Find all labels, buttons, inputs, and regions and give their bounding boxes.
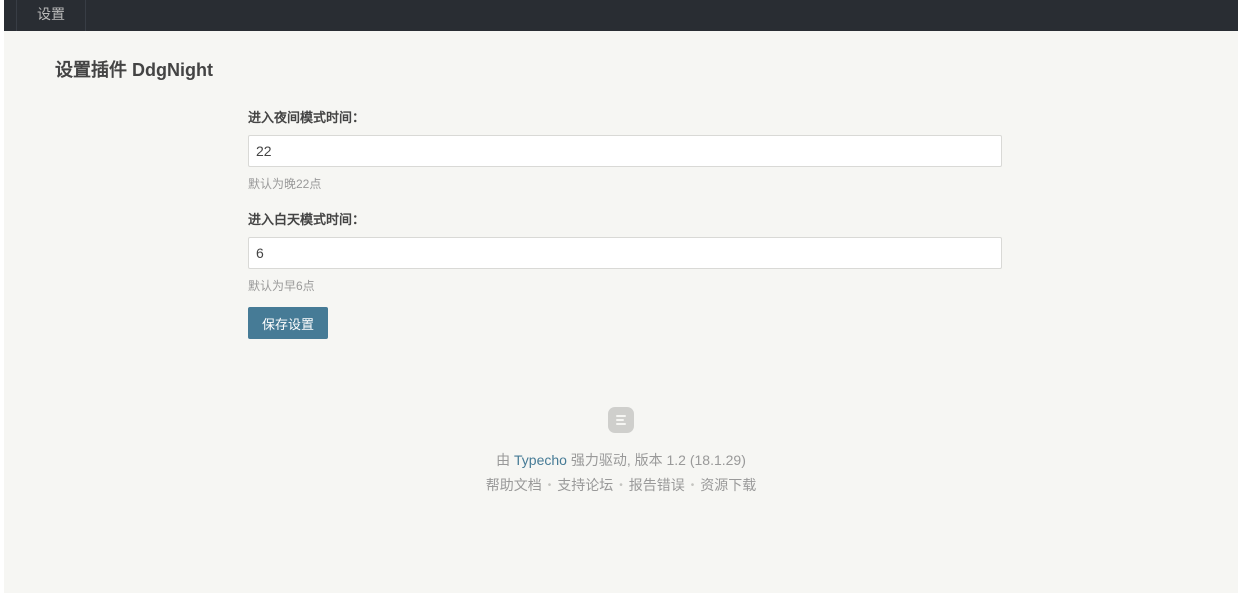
night-start-input[interactable] — [248, 135, 1002, 167]
admin-page: 设置 设置插件 DdgNight 进入夜间模式时间： 默认为晚22点 进入白天模… — [4, 0, 1238, 593]
powered-prefix: 由 — [496, 452, 511, 468]
footer: 由 Typecho 强力驱动, 版本 1.2 (18.1.29) 帮助文档 • 支持… — [4, 407, 1238, 495]
typecho-logo-icon[interactable] — [608, 407, 634, 433]
footer-separator: • — [547, 480, 552, 492]
typecho-link[interactable]: Typecho — [514, 452, 567, 468]
resource-download-link[interactable]: 资源下载 — [700, 477, 756, 493]
support-forum-link[interactable]: 支持论坛 — [557, 477, 613, 493]
top-nav-bar: 设置 — [4, 0, 1238, 31]
report-bug-link[interactable]: 报告错误 — [629, 477, 685, 493]
day-start-label: 进入白天模式时间： — [248, 212, 366, 227]
night-start-field: 进入夜间模式时间： 默认为晚22点 — [248, 108, 1002, 192]
help-docs-link[interactable]: 帮助文档 — [486, 477, 542, 493]
footer-links: 帮助文档 • 支持论坛 • 报告错误 • 资源下载 — [4, 476, 1238, 495]
plugin-config-form: 进入夜间模式时间： 默认为晚22点 进入白天模式时间： 默认为早6点 — [248, 108, 1002, 294]
day-start-field: 进入白天模式时间： 默认为早6点 — [248, 210, 1002, 294]
day-start-description: 默认为早6点 — [248, 279, 315, 293]
day-start-input[interactable] — [248, 237, 1002, 269]
nav-item-settings[interactable]: 设置 — [16, 0, 86, 31]
footer-separator: • — [690, 480, 695, 492]
powered-suffix: 强力驱动, 版本 1.2 (18.1.29) — [570, 452, 746, 468]
page-title: 设置插件 DdgNight — [55, 60, 213, 80]
night-start-label: 进入夜间模式时间： — [248, 110, 366, 125]
save-settings-button[interactable]: 保存设置 — [248, 307, 328, 339]
powered-by-text: 由 Typecho 强力驱动, 版本 1.2 (18.1.29) — [4, 451, 1238, 469]
footer-separator: • — [619, 480, 623, 492]
night-start-description: 默认为晚22点 — [248, 177, 322, 191]
